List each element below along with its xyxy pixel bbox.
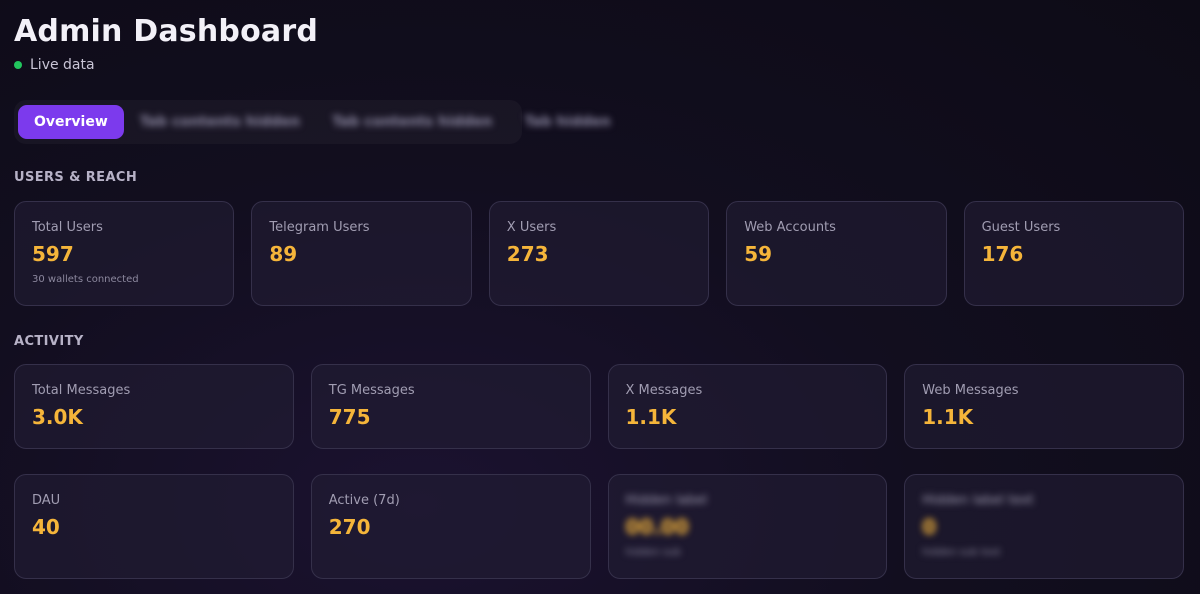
stat-value: 273 bbox=[506, 242, 549, 266]
stat-label: TG Messages bbox=[328, 383, 415, 398]
stat-value: 597 bbox=[32, 242, 74, 266]
stat-value: 270 bbox=[328, 515, 371, 539]
stat-card-web-accounts: Web Accounts 59 bbox=[726, 201, 947, 306]
tab-label: Tab contents hidden bbox=[139, 114, 301, 130]
stat-subtext: hidden sub bbox=[625, 547, 681, 558]
tab-overview[interactable]: Overview bbox=[18, 105, 124, 139]
stat-card-tg-messages: TG Messages 775 bbox=[310, 364, 591, 449]
stat-value: 40 bbox=[32, 515, 60, 539]
users-reach-cards: Total Users 597 30 wallets connected Tel… bbox=[14, 201, 1184, 306]
stat-label: Hidden label bbox=[625, 493, 708, 508]
stat-value: 1.1K bbox=[625, 405, 677, 429]
stat-value: 59 bbox=[744, 242, 773, 266]
activity-cards: Total Messages 3.0K TG Messages 775 X Me… bbox=[14, 364, 1184, 449]
stat-label: Total Messages bbox=[32, 383, 131, 398]
stat-label: Active (7d) bbox=[328, 493, 400, 508]
stat-subtext: 30 wallets connected bbox=[32, 274, 139, 285]
stat-label: Hidden label text bbox=[922, 493, 1034, 508]
stat-card-dau: DAU 40 bbox=[14, 474, 294, 579]
live-label: Live data bbox=[30, 57, 95, 73]
stat-value: 0 bbox=[922, 515, 937, 539]
tab-label: Tab hidden bbox=[524, 114, 611, 130]
section-users-reach-label: USERS & REACH bbox=[14, 170, 138, 185]
stat-value: 00.00 bbox=[625, 515, 689, 539]
section-activity-label: ACTIVITY bbox=[14, 334, 84, 349]
stat-label: DAU bbox=[32, 493, 61, 508]
stat-card-total-messages: Total Messages 3.0K bbox=[14, 364, 294, 449]
tab-hidden-2[interactable]: Tab contents hidden bbox=[316, 105, 508, 139]
live-status-dot-icon bbox=[14, 61, 22, 69]
tab-bar: Overview Tab contents hidden Tab content… bbox=[14, 100, 611, 144]
tab-hidden-1[interactable]: Tab contents hidden bbox=[124, 105, 316, 139]
stat-card-guest-users: Guest Users 176 bbox=[963, 201, 1184, 306]
tab-label: Overview bbox=[34, 114, 108, 130]
stat-subtext: hidden sub text bbox=[922, 547, 1001, 558]
stat-card-active-7d: Active (7d) 270 bbox=[310, 474, 591, 579]
stat-value: 1.1K bbox=[922, 405, 974, 429]
stat-value: 3.0K bbox=[32, 405, 83, 429]
stat-label: Guest Users bbox=[981, 220, 1061, 235]
stat-card-x-messages: X Messages 1.1K bbox=[607, 364, 888, 449]
stat-value: 89 bbox=[269, 242, 298, 266]
stat-label: X Users bbox=[506, 220, 557, 235]
stat-card-x-users: X Users 273 bbox=[488, 201, 710, 306]
stat-value: 775 bbox=[328, 405, 371, 429]
stat-label: X Messages bbox=[625, 383, 703, 398]
stat-value: 176 bbox=[981, 242, 1024, 266]
stat-label: Web Accounts bbox=[744, 220, 836, 235]
stat-label: Web Messages bbox=[922, 383, 1019, 398]
page-title: Admin Dashboard bbox=[14, 14, 318, 49]
tab-label: Tab contents hidden bbox=[332, 114, 493, 130]
stat-card-web-messages: Web Messages 1.1K bbox=[904, 364, 1184, 449]
tab-hidden-3[interactable]: Tab hidden bbox=[508, 105, 626, 139]
stat-label: Telegram Users bbox=[269, 220, 370, 235]
activity-cards-row-2: DAU 40 Active (7d) 270 Hidden label 00.0… bbox=[14, 474, 1184, 579]
stat-label: Total Users bbox=[32, 220, 103, 235]
stat-card-telegram-users: Telegram Users 89 bbox=[251, 201, 472, 306]
stat-card-hidden-2: Hidden label text 0 hidden sub text bbox=[904, 474, 1184, 579]
stat-card-total-users: Total Users 597 30 wallets connected bbox=[14, 201, 235, 306]
stat-card-hidden-1: Hidden label 00.00 hidden sub bbox=[607, 474, 888, 579]
live-indicator: Live data bbox=[14, 57, 95, 73]
